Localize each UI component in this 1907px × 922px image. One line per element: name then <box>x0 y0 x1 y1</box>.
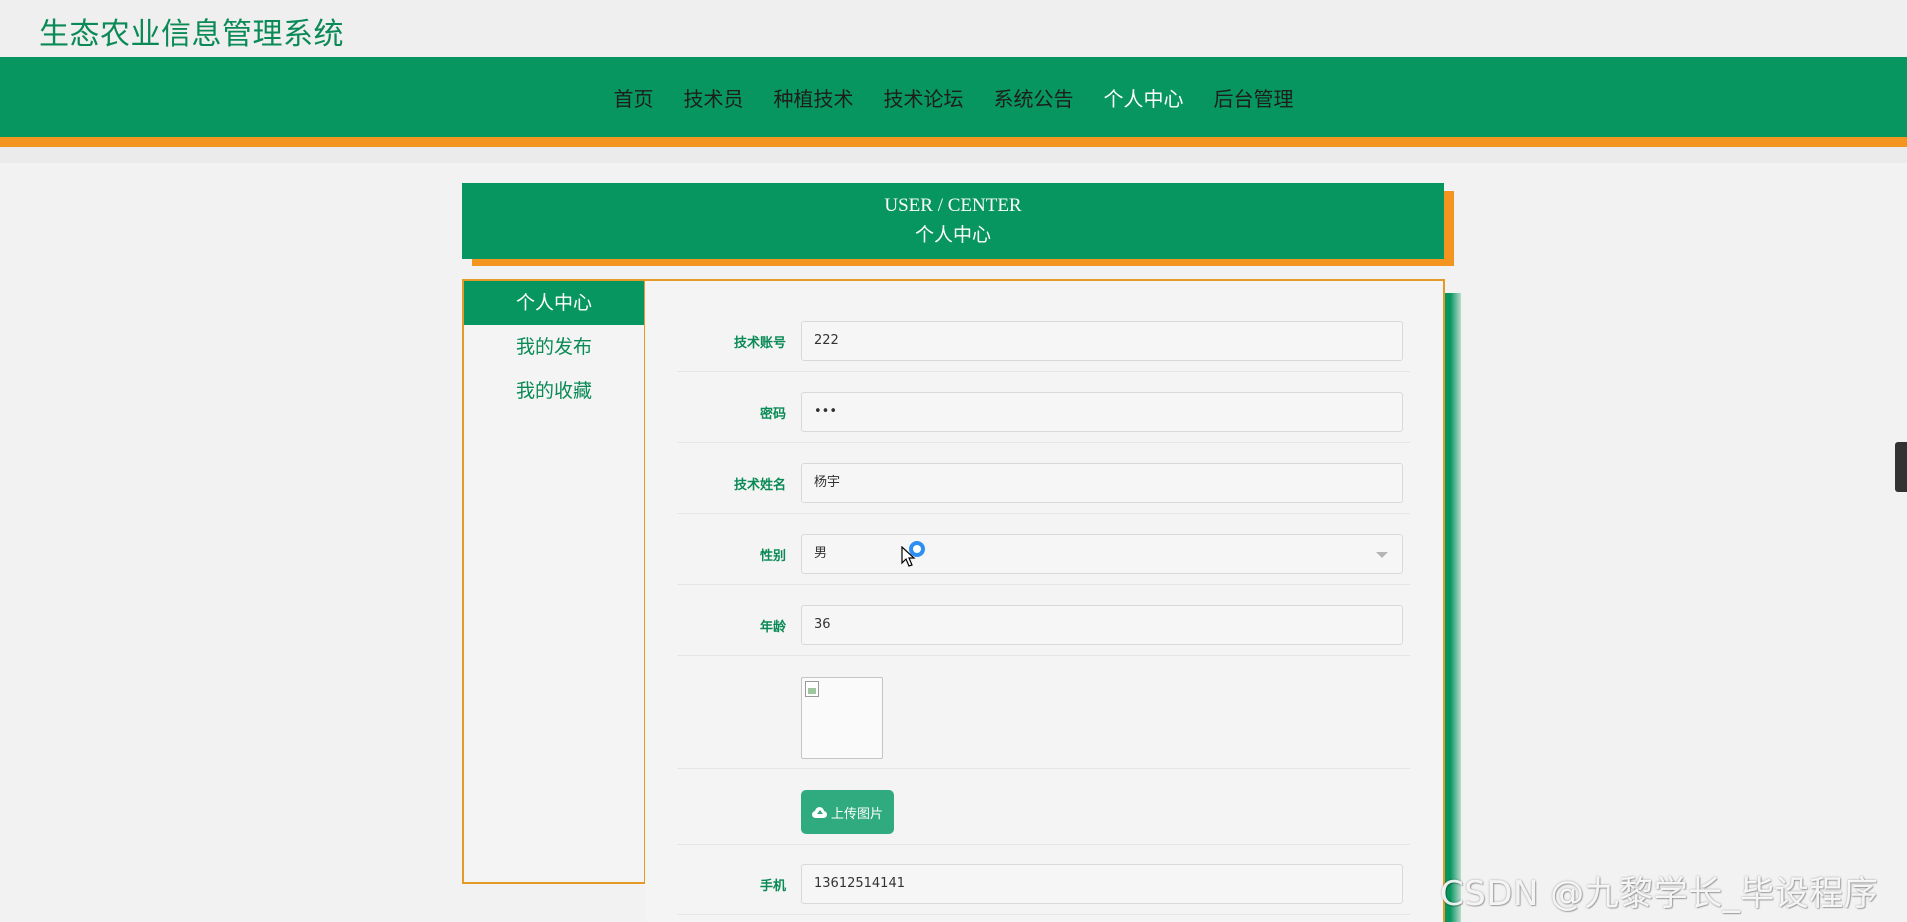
nav-item-planting-tech[interactable]: 种植技术 <box>759 83 869 112</box>
top-bar: 生态农业信息管理系统 <box>0 0 1907 57</box>
side-drawer-handle[interactable] <box>1895 442 1907 492</box>
nav-item-announcements[interactable]: 系统公告 <box>979 83 1089 112</box>
nav-item-technicians[interactable]: 技术员 <box>669 83 759 112</box>
name-input[interactable]: 杨宇 <box>801 463 1403 503</box>
section-title-cn: 个人中心 <box>914 224 991 246</box>
form-row-password: 密码 ••• <box>677 390 1410 443</box>
nav-accent-stripe <box>0 137 1907 147</box>
cloud-upload-icon <box>811 806 827 818</box>
form-row-age: 年龄 36 <box>677 603 1410 656</box>
nav-item-user-center[interactable]: 个人中心 <box>1089 83 1199 112</box>
account-label: 技术账号 <box>733 336 786 351</box>
section-title-en: USER / CENTER <box>884 195 1022 216</box>
avatar-image <box>801 677 883 759</box>
nav-gray-stripe <box>0 147 1907 163</box>
section-header: USER / CENTER 个人中心 <box>462 183 1444 259</box>
account-input[interactable]: 222 <box>801 321 1403 361</box>
gender-select-value: 男 <box>814 546 828 561</box>
nav-item-home[interactable]: 首页 <box>599 83 669 112</box>
sidebar-item-my-posts[interactable]: 我的发布 <box>464 325 644 369</box>
form-row-upload <box>677 769 1410 845</box>
form-row-phone: 手机 13612514141 <box>677 862 1410 915</box>
name-label: 技术姓名 <box>733 478 786 493</box>
form-row-name: 技术姓名 杨宇 <box>677 461 1410 514</box>
chevron-down-icon <box>1376 552 1388 558</box>
broken-image-icon <box>805 681 819 697</box>
nav-menu: 首页 技术员 种植技术 技术论坛 系统公告 个人中心 后台管理 <box>0 57 1907 137</box>
loading-ring-icon <box>909 541 925 557</box>
panel-shadow <box>1443 293 1461 922</box>
upload-button-label: 上传图片 <box>830 806 883 822</box>
sidebar-item-my-favorites[interactable]: 我的收藏 <box>464 369 644 413</box>
gender-label: 性别 <box>759 549 786 564</box>
watermark: CSDN @九黎学长_毕设程序 <box>1440 874 1879 914</box>
phone-label: 手机 <box>759 879 786 894</box>
form-row-account: 技术账号 222 <box>677 319 1410 372</box>
form-row-avatar <box>677 656 1410 769</box>
sidebar: 个人中心 我的发布 我的收藏 <box>462 279 646 884</box>
form-row-gender: 性别 男 <box>677 532 1410 585</box>
sidebar-item-user-center[interactable]: 个人中心 <box>464 281 644 325</box>
age-label: 年龄 <box>759 620 786 635</box>
nav-item-forum[interactable]: 技术论坛 <box>869 83 979 112</box>
nav-item-admin[interactable]: 后台管理 <box>1199 83 1309 112</box>
site-title[interactable]: 生态农业信息管理系统 <box>39 9 344 53</box>
password-input[interactable]: ••• <box>801 392 1403 432</box>
phone-input[interactable]: 13612514141 <box>801 864 1403 904</box>
password-label: 密码 <box>759 407 786 422</box>
gender-select[interactable]: 男 <box>801 534 1403 574</box>
age-input[interactable]: 36 <box>801 605 1403 645</box>
upload-image-button[interactable]: 上传图片 <box>801 790 894 834</box>
